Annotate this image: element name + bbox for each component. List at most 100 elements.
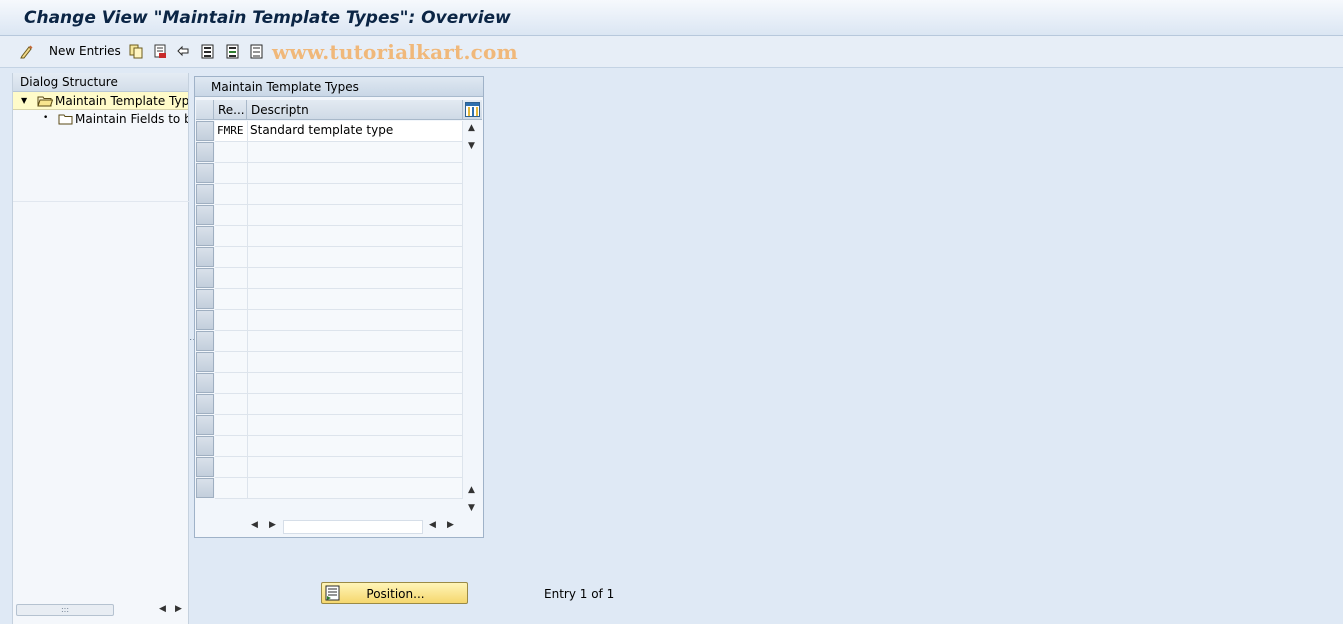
cell-re[interactable] bbox=[215, 142, 248, 162]
cell-re[interactable] bbox=[215, 268, 248, 288]
table-row[interactable] bbox=[215, 373, 463, 394]
cell-descriptn[interactable] bbox=[248, 163, 463, 183]
table-row[interactable] bbox=[215, 247, 463, 268]
table-row[interactable] bbox=[215, 394, 463, 415]
scroll-left-icon[interactable]: ◀ bbox=[159, 604, 166, 614]
table-row[interactable] bbox=[215, 310, 463, 331]
cell-descriptn[interactable] bbox=[248, 457, 463, 477]
cell-re[interactable] bbox=[215, 478, 248, 498]
scroll-right-icon[interactable]: ▶ bbox=[447, 520, 454, 530]
cell-descriptn[interactable] bbox=[248, 247, 463, 267]
row-selector[interactable] bbox=[196, 205, 214, 225]
table-row[interactable] bbox=[215, 226, 463, 247]
cell-re[interactable] bbox=[215, 289, 248, 309]
cell-re[interactable] bbox=[215, 226, 248, 246]
expand-triangle-icon[interactable]: ▼ bbox=[21, 96, 27, 105]
table-row[interactable] bbox=[215, 142, 463, 163]
row-selector[interactable] bbox=[196, 457, 214, 477]
cell-re[interactable] bbox=[215, 436, 248, 456]
row-selector[interactable] bbox=[196, 394, 214, 414]
row-selector[interactable] bbox=[196, 142, 214, 162]
scroll-right-icon[interactable]: ▶ bbox=[269, 520, 276, 530]
select-block-icon[interactable] bbox=[226, 44, 240, 59]
deselect-all-icon[interactable] bbox=[250, 44, 264, 59]
tree-node-maintain-fields[interactable]: • Maintain Fields to be bbox=[13, 110, 188, 128]
row-selector[interactable] bbox=[196, 373, 214, 393]
cell-re[interactable] bbox=[215, 184, 248, 204]
row-selector[interactable] bbox=[196, 310, 214, 330]
table-row[interactable] bbox=[215, 331, 463, 352]
row-selector[interactable] bbox=[196, 268, 214, 288]
column-header-descriptn[interactable]: Descriptn bbox=[247, 100, 463, 120]
cell-descriptn[interactable] bbox=[248, 142, 463, 162]
tree-node-maintain-template-type[interactable]: ▼ Maintain Template Type bbox=[13, 92, 188, 110]
table-row[interactable] bbox=[215, 415, 463, 436]
row-selector[interactable] bbox=[196, 436, 214, 456]
scroll-left-icon[interactable]: ◀ bbox=[429, 520, 436, 530]
cell-descriptn[interactable] bbox=[248, 205, 463, 225]
row-selector[interactable] bbox=[196, 121, 214, 141]
select-all-icon[interactable] bbox=[201, 44, 215, 59]
cell-descriptn[interactable]: Standard template type bbox=[248, 121, 463, 141]
cell-descriptn[interactable] bbox=[248, 415, 463, 435]
cell-descriptn[interactable] bbox=[248, 310, 463, 330]
row-selector[interactable] bbox=[196, 352, 214, 372]
table-row[interactable] bbox=[215, 289, 463, 310]
scroll-up-icon[interactable]: ▲ bbox=[468, 123, 475, 133]
undo-icon[interactable] bbox=[176, 44, 190, 59]
scroll-up-icon[interactable]: ▲ bbox=[468, 485, 475, 495]
horizontal-scrollbar[interactable] bbox=[283, 520, 423, 534]
cell-descriptn[interactable] bbox=[248, 436, 463, 456]
copy-icon[interactable] bbox=[129, 44, 143, 59]
cell-re[interactable] bbox=[215, 457, 248, 477]
cell-descriptn[interactable] bbox=[248, 268, 463, 288]
new-entries-button[interactable]: New Entries bbox=[49, 42, 121, 60]
cell-re[interactable]: FMRE bbox=[215, 121, 248, 141]
row-selector[interactable] bbox=[196, 163, 214, 183]
cell-descriptn[interactable] bbox=[248, 394, 463, 414]
table-row[interactable] bbox=[215, 457, 463, 478]
cell-re[interactable] bbox=[215, 310, 248, 330]
scroll-left-icon[interactable]: ◀ bbox=[251, 520, 258, 530]
table-row[interactable] bbox=[215, 436, 463, 457]
cell-descriptn[interactable] bbox=[248, 478, 463, 498]
cell-re[interactable] bbox=[215, 163, 248, 183]
cell-descriptn[interactable] bbox=[248, 184, 463, 204]
table-row[interactable] bbox=[215, 205, 463, 226]
position-button[interactable]: Position... bbox=[321, 582, 468, 604]
table-row[interactable] bbox=[215, 163, 463, 184]
cell-re[interactable] bbox=[215, 394, 248, 414]
row-selector[interactable] bbox=[196, 289, 214, 309]
cell-descriptn[interactable] bbox=[248, 373, 463, 393]
cell-re[interactable] bbox=[215, 373, 248, 393]
column-header-re[interactable]: Re... bbox=[214, 100, 247, 120]
scroll-down-icon[interactable]: ▼ bbox=[468, 503, 475, 513]
cell-re[interactable] bbox=[215, 247, 248, 267]
cell-re[interactable] bbox=[215, 415, 248, 435]
edit-icon[interactable] bbox=[20, 44, 34, 59]
table-row[interactable] bbox=[215, 184, 463, 205]
cell-re[interactable] bbox=[215, 331, 248, 351]
scroll-down-icon[interactable]: ▼ bbox=[468, 141, 475, 151]
cell-descriptn[interactable] bbox=[248, 331, 463, 351]
row-selector[interactable] bbox=[196, 415, 214, 435]
table-settings-button[interactable] bbox=[463, 100, 482, 120]
table-row[interactable] bbox=[215, 478, 463, 499]
row-selector[interactable] bbox=[196, 247, 214, 267]
table-row[interactable]: FMRE Standard template type bbox=[215, 121, 463, 142]
table-row[interactable] bbox=[215, 268, 463, 289]
scroll-right-icon[interactable]: ▶ bbox=[175, 604, 182, 614]
row-selector[interactable] bbox=[196, 478, 214, 498]
cell-descriptn[interactable] bbox=[248, 289, 463, 309]
delete-icon[interactable] bbox=[153, 44, 167, 59]
cell-descriptn[interactable] bbox=[248, 352, 463, 372]
vertical-scrollbar[interactable]: ▲ ▼ ▲ ▼ bbox=[464, 121, 482, 517]
cell-descriptn[interactable] bbox=[248, 226, 463, 246]
row-selector[interactable] bbox=[196, 184, 214, 204]
row-selector[interactable] bbox=[196, 331, 214, 351]
horizontal-scrollbar[interactable]: ::: bbox=[16, 604, 114, 616]
cell-re[interactable] bbox=[215, 352, 248, 372]
row-selector[interactable] bbox=[196, 226, 214, 246]
table-row[interactable] bbox=[215, 352, 463, 373]
cell-re[interactable] bbox=[215, 205, 248, 225]
